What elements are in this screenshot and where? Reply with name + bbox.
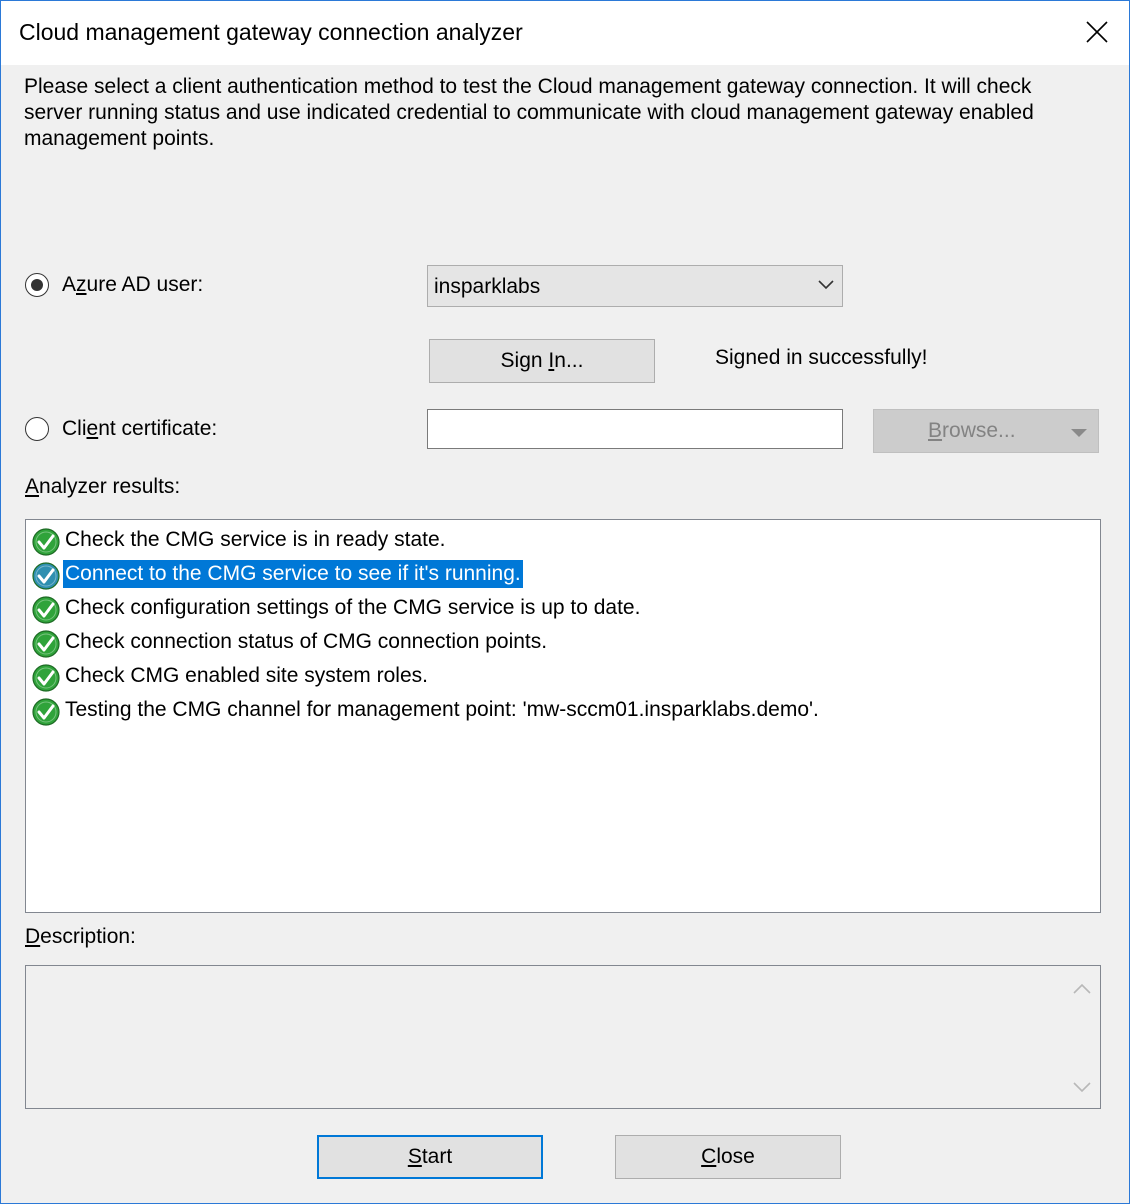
client-certificate-radio[interactable] bbox=[25, 417, 49, 441]
success-check-icon bbox=[32, 528, 60, 556]
intro-text: Please select a client authentication me… bbox=[24, 75, 1034, 150]
success-check-icon bbox=[32, 698, 60, 726]
description-box[interactable] bbox=[25, 965, 1101, 1109]
client-certificate-field[interactable] bbox=[427, 409, 843, 449]
chevron-down-icon bbox=[818, 280, 834, 290]
browse-label: Browse... bbox=[928, 419, 1016, 442]
result-item-text: Testing the CMG channel for management p… bbox=[65, 698, 819, 721]
success-check-icon bbox=[32, 630, 60, 658]
description-scrollbar[interactable] bbox=[1064, 966, 1100, 1108]
result-item-text: Check the CMG service is in ready state. bbox=[65, 528, 446, 551]
azure-ad-label: Azure AD user: bbox=[62, 273, 204, 296]
client-certificate-label: Client certificate: bbox=[62, 417, 218, 440]
scroll-up-icon bbox=[1073, 983, 1091, 994]
success-check-icon bbox=[32, 596, 60, 624]
browse-button[interactable]: Browse... bbox=[873, 409, 1099, 453]
result-item-text: Check connection status of CMG connectio… bbox=[65, 630, 548, 653]
success-check-icon bbox=[32, 664, 60, 692]
analyzer-results-label: Analyzer results: bbox=[25, 475, 181, 498]
window-title: Cloud management gateway connection anal… bbox=[19, 19, 523, 45]
azure-ad-radio[interactable] bbox=[25, 273, 49, 297]
scroll-down-icon bbox=[1073, 1082, 1091, 1093]
close-icon bbox=[1086, 21, 1108, 43]
close-button[interactable]: Close bbox=[615, 1135, 841, 1179]
dropdown-arrow-icon bbox=[1071, 429, 1087, 437]
close-window-button[interactable] bbox=[1063, 1, 1129, 65]
success-check-icon bbox=[32, 562, 60, 590]
description-label: Description: bbox=[25, 925, 136, 948]
result-item-text: Connect to the CMG service to see if it'… bbox=[63, 560, 523, 588]
sign-in-status: Signed in successfully! bbox=[715, 346, 928, 369]
radio-selected-dot bbox=[31, 279, 43, 291]
azure-ad-account-dropdown[interactable]: insparklabs bbox=[427, 265, 843, 307]
sign-in-button[interactable]: Sign In... bbox=[429, 339, 655, 383]
result-item-text: Check configuration settings of the CMG … bbox=[65, 596, 641, 619]
result-item-text: Check CMG enabled site system roles. bbox=[65, 664, 428, 687]
dropdown-selected-value: insparklabs bbox=[434, 275, 541, 298]
start-button[interactable]: Start bbox=[317, 1135, 543, 1179]
title-bar[interactable]: Cloud management gateway connection anal… bbox=[1, 1, 1129, 65]
analyzer-results-list[interactable]: Check the CMG service is in ready state.… bbox=[25, 519, 1101, 913]
dialog-window: Cloud management gateway connection anal… bbox=[0, 0, 1130, 1204]
